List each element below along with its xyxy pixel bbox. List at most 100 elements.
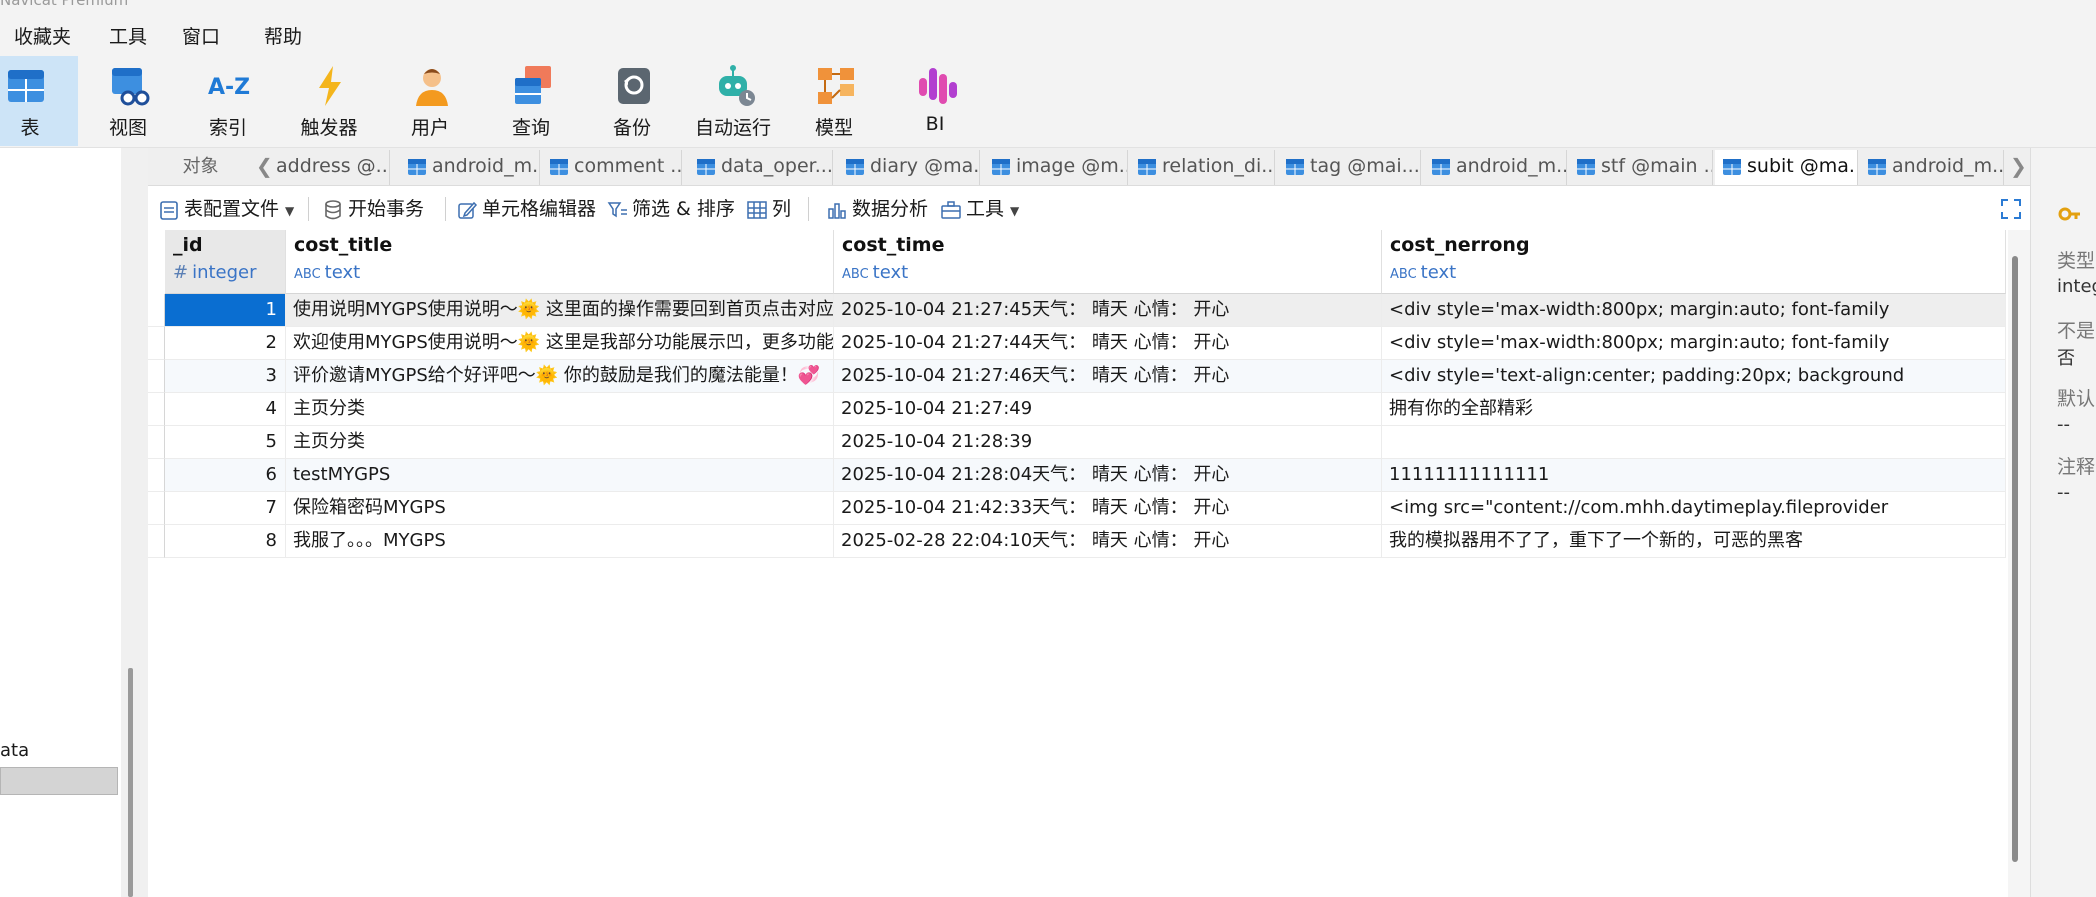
tab-android-3[interactable]: android_m... bbox=[1860, 150, 2004, 185]
ribbon-backup-button[interactable]: 备份 bbox=[582, 56, 682, 146]
row-selector[interactable] bbox=[148, 525, 165, 558]
grid-scroll-thumb[interactable] bbox=[2012, 256, 2018, 862]
cell-cost-title[interactable]: 评价邀请MYGPS给个好评吧～🌞 你的鼓励是我们的魔法能量！💞 bbox=[286, 360, 834, 393]
ribbon-index-button[interactable]: A-Z 索引 bbox=[178, 56, 278, 146]
menu-help[interactable]: 帮助 bbox=[264, 22, 302, 49]
table-row[interactable]: 5 主页分类 2025-10-04 21:28:39 bbox=[148, 426, 2006, 459]
cell-cost-time[interactable]: 2025-10-04 21:42:33天气： 晴天 心情： 开心 bbox=[834, 492, 1382, 525]
cell-cost-title[interactable]: 欢迎使用MYGPS使用说明～🌞 这里是我部分功能展示凹，更多功能等待您的探索！💞 bbox=[286, 327, 834, 360]
tab-diary[interactable]: diary @ma... bbox=[838, 150, 980, 185]
field-comment-value: -- bbox=[2057, 482, 2070, 503]
cell-cost-title[interactable]: 主页分类 bbox=[286, 426, 834, 459]
tab-image[interactable]: image @m... bbox=[984, 150, 1128, 185]
object-tree-scroll-thumb[interactable] bbox=[128, 668, 133, 897]
column-header-cost-title[interactable]: cost_title ABC text bbox=[286, 230, 834, 294]
data-analysis-button[interactable]: 数据分析 bbox=[824, 195, 928, 223]
tab-android-2[interactable]: android_m... bbox=[1424, 150, 1567, 185]
table-row[interactable]: 6 testMYGPS 2025-10-04 21:28:04天气： 晴天 心情… bbox=[148, 459, 2006, 492]
cell-id[interactable]: 2 bbox=[165, 327, 286, 360]
tab-tag[interactable]: tag @mai... bbox=[1278, 150, 1421, 185]
ribbon-model-button[interactable]: 模型 bbox=[784, 56, 884, 146]
cell-id[interactable]: 6 bbox=[165, 459, 286, 492]
cell-editor-button[interactable]: 单元格编辑器 bbox=[454, 195, 596, 223]
ribbon-bi-button[interactable]: BI bbox=[885, 56, 985, 146]
ribbon-trigger-button[interactable]: 触发器 bbox=[279, 56, 379, 146]
tab-relation-di[interactable]: relation_di... bbox=[1130, 150, 1275, 185]
cell-cost-title[interactable]: testMYGPS bbox=[286, 459, 834, 492]
table-row[interactable]: 8 我服了。。。MYGPS 2025-02-28 22:04:10天气： 晴天 … bbox=[148, 525, 2006, 558]
tab-scroll-right-icon[interactable]: ❯ bbox=[2010, 148, 2027, 185]
cell-cost-title[interactable]: 主页分类 bbox=[286, 393, 834, 426]
field-not-null-label: 不是 bbox=[2057, 320, 2096, 342]
cell-id[interactable]: 5 bbox=[165, 426, 286, 459]
tab-comment[interactable]: comment ... bbox=[542, 150, 682, 185]
row-selector[interactable] bbox=[148, 393, 165, 426]
cell-cost-title[interactable]: 我服了。。。MYGPS bbox=[286, 525, 834, 558]
cell-cost-time[interactable]: 2025-10-04 21:27:45天气： 晴天 心情： 开心 bbox=[834, 294, 1382, 327]
tab-label: address @... bbox=[276, 155, 390, 177]
backup-icon bbox=[618, 68, 650, 104]
filter-icon bbox=[607, 202, 627, 218]
tab-subit[interactable]: subit @ma... bbox=[1715, 150, 1858, 185]
row-selector[interactable] bbox=[148, 360, 165, 393]
cell-cost-nerrong[interactable]: 11111111111111 bbox=[1382, 459, 2006, 492]
row-selector[interactable] bbox=[148, 294, 165, 327]
table-row[interactable]: 2 欢迎使用MYGPS使用说明～🌞 这里是我部分功能展示凹，更多功能等待您的探索… bbox=[148, 327, 2006, 360]
table-profile-button[interactable]: 表配置文件 ▼ bbox=[156, 195, 294, 223]
cell-id[interactable]: 4 bbox=[165, 393, 286, 426]
table-row[interactable]: 3 评价邀请MYGPS给个好评吧～🌞 你的鼓励是我们的魔法能量！💞 2025-1… bbox=[148, 360, 2006, 393]
tab-objects[interactable]: 对象 bbox=[148, 148, 253, 185]
cell-cost-nerrong[interactable]: <div style='max-width:800px; margin:auto… bbox=[1382, 294, 2006, 327]
cell-cost-time[interactable]: 2025-02-28 22:04:10天气： 晴天 心情： 开心 bbox=[834, 525, 1382, 558]
cell-cost-time[interactable]: 2025-10-04 21:27:46天气： 晴天 心情： 开心 bbox=[834, 360, 1382, 393]
row-selector[interactable] bbox=[148, 426, 165, 459]
tab-android-1[interactable]: android_m... bbox=[400, 150, 540, 185]
cell-cost-nerrong[interactable]: <div style='max-width:800px; margin:auto… bbox=[1382, 327, 2006, 360]
column-header-id[interactable]: _id # integer bbox=[165, 230, 286, 294]
menu-window[interactable]: 窗口 bbox=[182, 22, 220, 49]
filter-sort-button[interactable]: 筛选 & 排序 bbox=[604, 195, 735, 223]
cell-cost-nerrong[interactable]: <div style='text-align:center; padding:2… bbox=[1382, 360, 2006, 393]
cell-cost-nerrong[interactable]: 我的模拟器用不了了，重下了一个新的，可恶的黑客 bbox=[1382, 525, 2006, 558]
table-row[interactable]: 1 使用说明MYGPS使用说明～🌞 这里面的操作需要回到首页点击对应的笔记操作奥… bbox=[148, 294, 2006, 327]
cell-cost-time[interactable]: 2025-10-04 21:28:04天气： 晴天 心情： 开心 bbox=[834, 459, 1382, 492]
cell-id[interactable]: 8 bbox=[165, 525, 286, 558]
cell-cost-time[interactable]: 2025-10-04 21:28:39 bbox=[834, 426, 1382, 459]
object-tree-selected-item[interactable] bbox=[0, 767, 118, 795]
ribbon-automation-button[interactable]: 自动运行 bbox=[683, 56, 783, 146]
cell-cost-nerrong[interactable]: 拥有你的全部精彩 bbox=[1382, 393, 2006, 426]
cell-cost-time[interactable]: 2025-10-04 21:27:44天气： 晴天 心情： 开心 bbox=[834, 327, 1382, 360]
object-tree-item-label[interactable]: ata bbox=[0, 740, 29, 761]
tab-address[interactable]: address @... bbox=[270, 150, 390, 185]
ribbon-table-button[interactable]: 表 bbox=[0, 56, 78, 146]
cell-id[interactable]: 1 bbox=[165, 294, 286, 327]
object-tree-scrollbar[interactable] bbox=[121, 148, 148, 897]
cell-cost-time[interactable]: 2025-10-04 21:27:49 bbox=[834, 393, 1382, 426]
cell-id[interactable]: 3 bbox=[165, 360, 286, 393]
cell-cost-title[interactable]: 保险箱密码MYGPS bbox=[286, 492, 834, 525]
table-row[interactable]: 7 保险箱密码MYGPS 2025-10-04 21:42:33天气： 晴天 心… bbox=[148, 492, 2006, 525]
column-header-cost-time[interactable]: cost_time ABC text bbox=[834, 230, 1382, 294]
index-icon: A-Z bbox=[208, 75, 250, 100]
tools-button[interactable]: 工具 ▼ bbox=[938, 195, 1019, 223]
cell-cost-nerrong[interactable] bbox=[1382, 426, 2006, 459]
ribbon-user-button[interactable]: 用户 bbox=[380, 56, 480, 146]
columns-button[interactable]: 列 bbox=[744, 195, 791, 223]
ribbon-view-button[interactable]: 视图 bbox=[78, 56, 178, 146]
row-selector[interactable] bbox=[148, 459, 165, 492]
column-type-label: text bbox=[324, 262, 361, 283]
tab-stf[interactable]: stf @main ... bbox=[1569, 150, 1713, 185]
menu-tools[interactable]: 工具 bbox=[109, 22, 147, 49]
begin-transaction-button[interactable]: 开始事务 bbox=[320, 195, 424, 223]
cell-cost-nerrong[interactable]: <img src="content://com.mhh.daytimeplay.… bbox=[1382, 492, 2006, 525]
column-header-cost-nerrong[interactable]: cost_nerrong ABC text bbox=[1382, 230, 2006, 294]
row-selector[interactable] bbox=[148, 492, 165, 525]
menu-favorites[interactable]: 收藏夹 bbox=[14, 22, 71, 49]
ribbon-query-button[interactable]: 查询 bbox=[481, 56, 581, 146]
tab-data-oper[interactable]: data_oper... bbox=[689, 150, 833, 185]
expand-icon[interactable] bbox=[2000, 198, 2022, 220]
cell-cost-title[interactable]: 使用说明MYGPS使用说明～🌞 这里面的操作需要回到首页点击对应的笔记操作奥！💞 bbox=[286, 294, 834, 327]
table-row[interactable]: 4 主页分类 2025-10-04 21:27:49 拥有你的全部精彩 bbox=[148, 393, 2006, 426]
cell-id[interactable]: 7 bbox=[165, 492, 286, 525]
row-selector[interactable] bbox=[148, 327, 165, 360]
